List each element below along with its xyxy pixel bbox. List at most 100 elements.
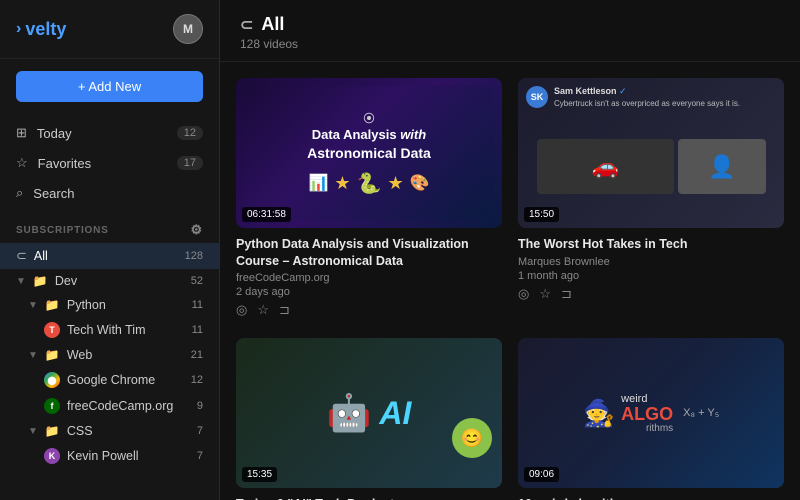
video-channel-2: Marques Brownlee [518, 256, 784, 268]
nav-item-favorites[interactable]: ☆ Favorites 17 [0, 148, 219, 178]
sub-freecodecamp-count: 9 [197, 400, 203, 412]
kevinpowell-icon: K [44, 448, 60, 464]
logo-text: velty [25, 19, 66, 40]
sub-all-label: All [34, 249, 48, 263]
video-actions-1: ◎ ☆ ⊐ [236, 302, 502, 318]
bookmark-icon-1[interactable]: ⊐ [279, 302, 290, 318]
video-time-1: 2 days ago [236, 286, 502, 298]
sidebar-header: › velty M [0, 0, 219, 59]
star-icon-2[interactable]: ☆ [539, 286, 551, 302]
video-title-3: Trying 9 "AI" Tech Products [236, 496, 502, 500]
all-icon: ⊂ [16, 248, 27, 264]
sub-item-dev[interactable]: ▼ 📁 Dev 52 [0, 269, 219, 293]
video-duration-3: 15:35 [242, 467, 277, 482]
nav-item-search[interactable]: ⌕ Search [0, 178, 219, 208]
sub-item-googlechrome[interactable]: ⬤ Google Chrome 12 [0, 367, 219, 393]
nav-favorites-count: 17 [177, 156, 203, 170]
sub-techwithtime-count: 11 [192, 324, 203, 336]
video-thumb-2: SK Sam Kettleson ✓ Cybertruck isn't as o… [518, 78, 784, 228]
video-thumb-1: ⦿ Data Analysis with Astronomical Data 📊… [236, 78, 502, 228]
sub-kevinpowell-count: 7 [197, 450, 203, 462]
video-count: 128 videos [240, 37, 780, 51]
sub-item-kevinpowell[interactable]: K Kevin Powell 7 [0, 443, 219, 469]
today-icon: ⊞ [16, 125, 27, 141]
sub-python-count: 11 [192, 299, 203, 311]
video-info-3: Trying 9 "AI" Tech Products Linus Tech T… [236, 488, 502, 500]
sub-item-css[interactable]: ▼ 📁 CSS 7 [0, 419, 219, 443]
video-thumb-4: 🧙 weird ALGO rithms X₈ + Y₅ 09:06 [518, 338, 784, 488]
main-title: ⊂ All [240, 14, 780, 35]
nav-today-count: 12 [177, 126, 203, 140]
nav-item-today[interactable]: ⊞ Today 12 [0, 118, 219, 148]
dev-chevron-icon: ▼ [16, 276, 26, 287]
video-info-1: Python Data Analysis and Visualization C… [236, 228, 502, 323]
sub-dev-count: 52 [191, 275, 203, 287]
video-duration-4: 09:06 [524, 467, 559, 482]
subscriptions-list: ⊂ All 128 ▼ 📁 Dev 52 ▼ 📁 Python 11 [0, 243, 219, 500]
sub-all-count: 128 [185, 250, 203, 262]
sub-techwithtime-label: Tech With Tim [67, 323, 146, 337]
nav-today-label: Today [37, 126, 72, 141]
techwithtime-icon: T [44, 322, 60, 338]
sub-googlechrome-count: 12 [191, 374, 203, 386]
sub-css-count: 7 [197, 425, 203, 437]
video-channel-1: freeCodeCamp.org [236, 272, 502, 284]
video-title-4: 10 weird algorithms [518, 496, 784, 500]
sub-item-web[interactable]: ▼ 📁 Web 21 [0, 343, 219, 367]
css-folder-icon: 📁 [45, 424, 60, 438]
googlechrome-icon: ⬤ [44, 372, 60, 388]
video-info-2: The Worst Hot Takes in Tech Marques Brow… [518, 228, 784, 306]
sub-googlechrome-label: Google Chrome [67, 373, 155, 387]
python-folder-icon: 📁 [45, 298, 60, 312]
star-icon-1[interactable]: ☆ [257, 302, 269, 318]
subscriptions-gear-icon[interactable]: ⚙ [191, 222, 203, 238]
video-card-2[interactable]: SK Sam Kettleson ✓ Cybertruck isn't as o… [518, 78, 784, 322]
video-info-4: 10 weird algorithms Fireship 1 month ago… [518, 488, 784, 500]
main-content: ⊂ All 128 videos ⦿ Data Analysis with As… [220, 0, 800, 500]
subscriptions-header: SUBSCRIPTIONS ⚙ [0, 212, 219, 243]
videos-grid: ⦿ Data Analysis with Astronomical Data 📊… [220, 62, 800, 500]
sidebar: › velty M + Add New ⊞ Today 12 ☆ Favorit… [0, 0, 220, 500]
video-duration-2: 15:50 [524, 207, 559, 222]
sub-item-techwithtime[interactable]: T Tech With Tim 11 [0, 317, 219, 343]
python-chevron-icon: ▼ [28, 300, 38, 311]
video-title-2: The Worst Hot Takes in Tech [518, 236, 784, 253]
video-card-1[interactable]: ⦿ Data Analysis with Astronomical Data 📊… [236, 78, 502, 322]
css-chevron-icon: ▼ [28, 426, 38, 437]
sub-kevinpowell-label: Kevin Powell [67, 449, 139, 463]
sub-css-label: CSS [67, 424, 93, 438]
nav-search-label: Search [33, 186, 74, 201]
video-card-3[interactable]: 🤖 AI 😊 15:35 Trying 9 "AI" Tech Products… [236, 338, 502, 500]
nav-items: ⊞ Today 12 ☆ Favorites 17 ⌕ Search [0, 114, 219, 212]
video-card-4[interactable]: 🧙 weird ALGO rithms X₈ + Y₅ 09:06 10 wei… [518, 338, 784, 500]
sub-item-all[interactable]: ⊂ All 128 [0, 243, 219, 269]
sub-python-label: Python [67, 298, 106, 312]
logo-chevron-icon: › [16, 20, 21, 38]
eye-icon-1[interactable]: ◎ [236, 302, 247, 318]
sub-item-python[interactable]: ▼ 📁 Python 11 [0, 293, 219, 317]
all-channel-icon: ⊂ [240, 15, 253, 35]
add-new-label: + Add New [78, 79, 141, 94]
sub-web-count: 21 [191, 349, 203, 361]
video-title-1: Python Data Analysis and Visualization C… [236, 236, 502, 270]
web-chevron-icon: ▼ [28, 350, 38, 361]
sub-item-freecodecamp[interactable]: f freeCodeCamp.org 9 [0, 393, 219, 419]
eye-icon-2[interactable]: ◎ [518, 286, 529, 302]
video-thumb-3: 🤖 AI 😊 15:35 [236, 338, 502, 488]
nav-favorites-label: Favorites [38, 156, 91, 171]
sub-freecodecamp-label: freeCodeCamp.org [67, 399, 173, 413]
web-folder-icon: 📁 [45, 348, 60, 362]
video-duration-1: 06:31:58 [242, 207, 291, 222]
video-actions-2: ◎ ☆ ⊐ [518, 286, 784, 302]
avatar[interactable]: M [173, 14, 203, 44]
logo: › velty [16, 19, 66, 40]
favorites-icon: ☆ [16, 155, 28, 171]
subscriptions-label: SUBSCRIPTIONS [16, 225, 109, 236]
channel-title: All [261, 14, 284, 35]
bookmark-icon-2[interactable]: ⊐ [561, 286, 572, 302]
sub-web-label: Web [67, 348, 92, 362]
search-icon: ⌕ [16, 185, 23, 201]
main-header: ⊂ All 128 videos [220, 0, 800, 62]
add-new-button[interactable]: + Add New [16, 71, 203, 102]
video-time-2: 1 month ago [518, 270, 784, 282]
